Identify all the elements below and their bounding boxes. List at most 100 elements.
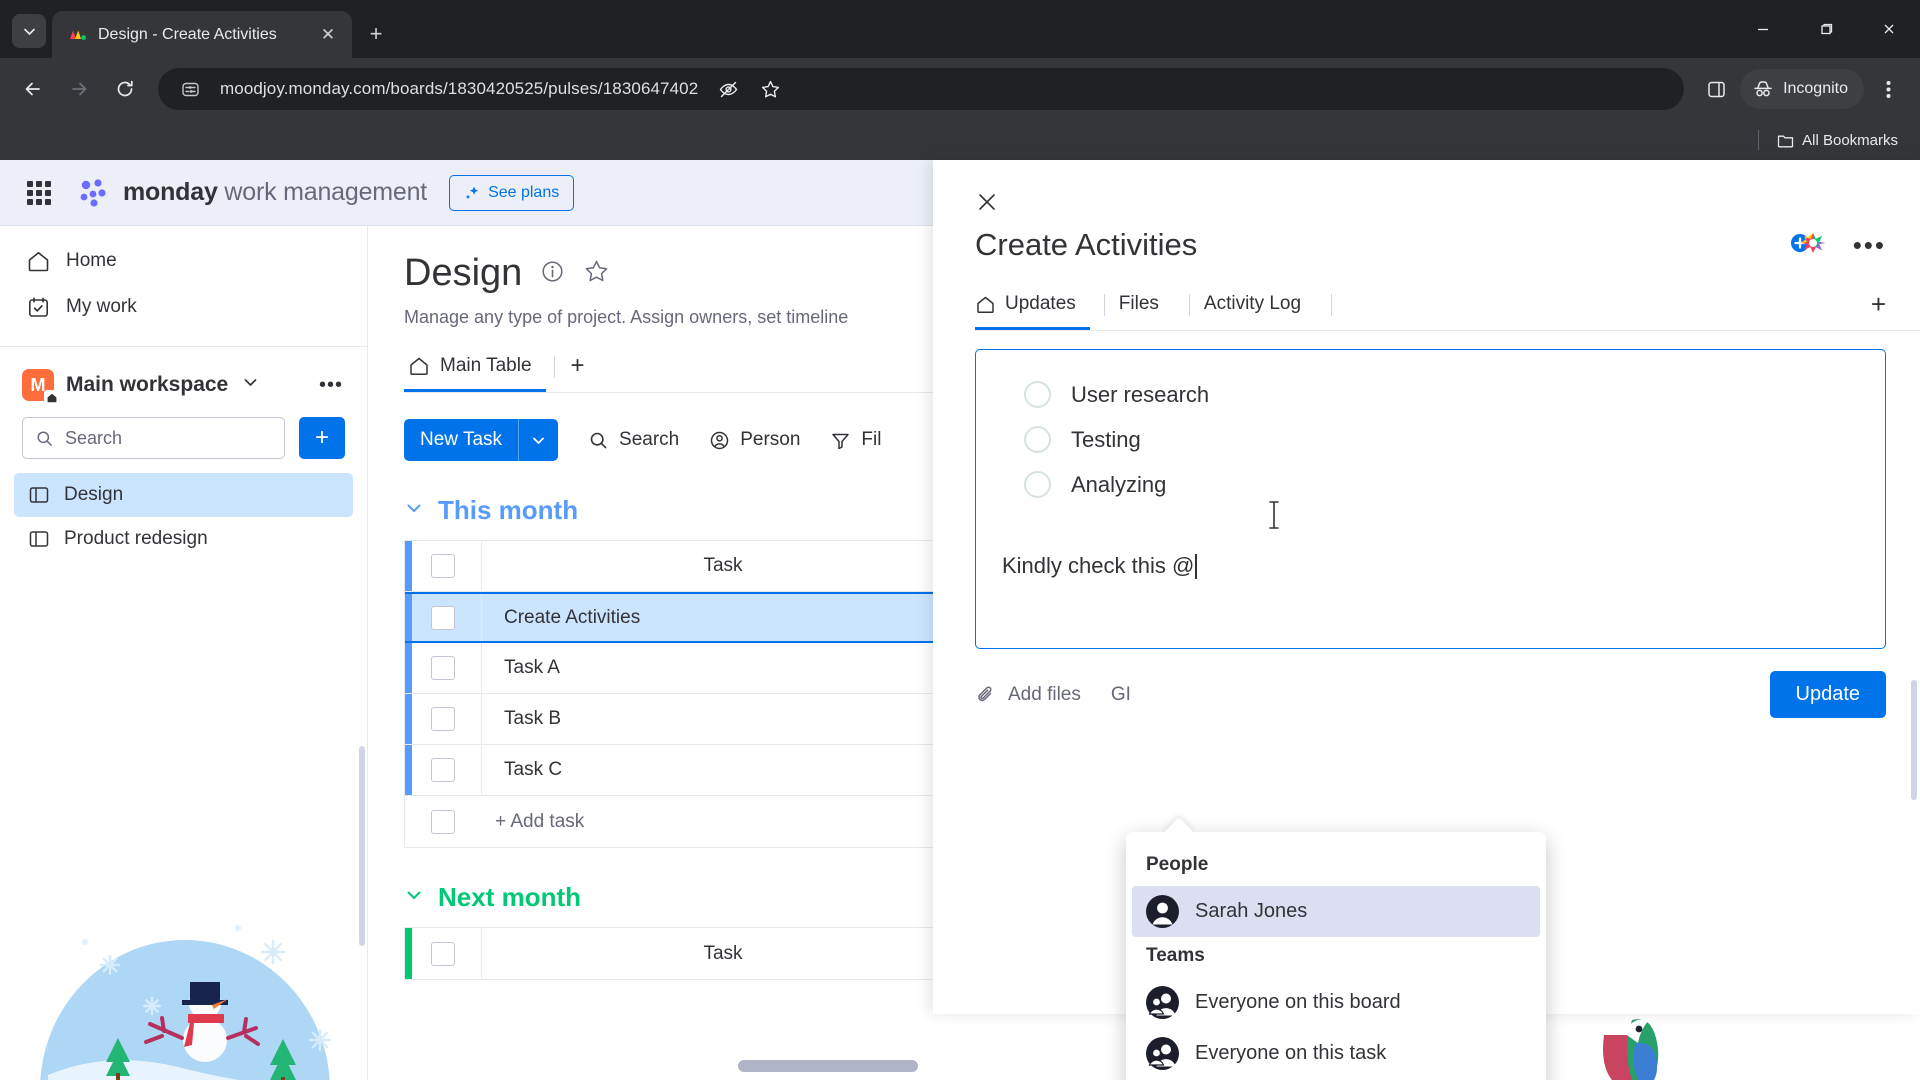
table-row[interactable]: Create Activities [405, 592, 964, 643]
all-bookmarks-button[interactable]: All Bookmarks [1769, 128, 1906, 153]
checkbox-circle-icon[interactable] [1024, 381, 1051, 408]
reload-button[interactable] [104, 68, 146, 110]
row-checkbox[interactable] [431, 809, 455, 834]
tab-activity-log[interactable]: Activity Log [1204, 293, 1317, 330]
row-task-name[interactable]: Task B [481, 694, 964, 744]
board-horizontal-scrollbar[interactable] [738, 1060, 918, 1072]
workspace-home-badge-icon [44, 390, 59, 405]
forward-button[interactable] [58, 68, 100, 110]
eye-off-icon[interactable] [708, 69, 748, 109]
new-task-button[interactable]: New Task [404, 419, 559, 461]
add-board-button[interactable]: + [299, 417, 345, 459]
giphy-button[interactable]: GI [1111, 684, 1131, 706]
add-task-label[interactable]: + Add task [481, 796, 964, 847]
sidebar-scrollbar[interactable] [359, 746, 365, 946]
row-checkbox[interactable] [431, 758, 455, 782]
row-select-cell[interactable] [405, 758, 481, 782]
new-task-label: New Task [420, 429, 503, 450]
back-button[interactable] [12, 68, 54, 110]
select-all-checkbox[interactable] [431, 554, 455, 578]
row-checkbox[interactable] [431, 605, 455, 630]
chevron-down-icon[interactable] [242, 374, 259, 396]
sidebar-item-home[interactable]: Home [14, 238, 353, 284]
workspace-selector[interactable]: M Main workspace ••• [0, 347, 367, 405]
tab-close-icon[interactable]: ✕ [314, 21, 342, 49]
filter-button[interactable]: Fil [830, 429, 881, 451]
checklist-item[interactable]: Testing [1002, 417, 1859, 462]
checkbox-circle-icon[interactable] [1024, 426, 1051, 453]
chevron-down-icon[interactable] [404, 498, 424, 523]
integrate-automate-icon[interactable] [1787, 228, 1827, 263]
add-view-button[interactable]: + [563, 352, 593, 392]
board-search-button[interactable]: Search [588, 429, 679, 451]
tab-files[interactable]: Files [1119, 293, 1175, 330]
update-footer: Add files GI Update [933, 649, 1920, 718]
mention-option-everyone-on-this-board[interactable]: Everyone on this board [1126, 977, 1546, 1028]
row-task-name[interactable]: Create Activities [481, 594, 964, 641]
editor-text-line[interactable]: Kindly check this @ [1002, 553, 1859, 579]
mention-option-sarah-jones[interactable]: Sarah Jones [1132, 886, 1540, 937]
group-color-stripe [405, 928, 412, 979]
browser-tabstrip: Design - Create Activities ✕ + [0, 0, 1920, 58]
select-all-cell[interactable] [405, 554, 481, 578]
star-icon[interactable] [750, 69, 790, 109]
column-header-task[interactable]: Task [481, 928, 964, 979]
mention-option-everyone-on-this-task[interactable]: Everyone on this task [1126, 1028, 1546, 1079]
table-row[interactable]: Task B [405, 694, 964, 745]
column-header-task[interactable]: Task [481, 541, 964, 591]
three-dot-menu-icon[interactable] [1868, 69, 1908, 109]
see-plans-button[interactable]: See plans [449, 174, 575, 211]
row-select-cell[interactable] [405, 707, 481, 731]
panel-more-button[interactable]: ••• [1853, 230, 1886, 261]
panel-close-button[interactable] [933, 160, 1920, 219]
row-checkbox[interactable] [431, 656, 455, 680]
checklist-item[interactable]: User research [1002, 372, 1859, 417]
info-icon[interactable] [540, 259, 565, 289]
add-files-button[interactable]: Add files [975, 684, 1081, 706]
address-bar[interactable]: moodjoy.monday.com/boards/1830420525/pul… [158, 68, 1685, 110]
panel-scrollbar[interactable] [1911, 680, 1917, 800]
add-task-row[interactable]: + Add task [405, 796, 964, 847]
select-all-checkbox[interactable] [431, 941, 455, 966]
checkbox-circle-icon[interactable] [1024, 471, 1051, 498]
workspace-more-button[interactable]: ••• [319, 374, 347, 397]
select-all-cell[interactable] [405, 941, 481, 966]
sidebar-search-placeholder: Search [65, 427, 123, 448]
sidebar-item-product-redesign[interactable]: Product redesign [14, 517, 353, 561]
chevron-down-icon[interactable] [519, 433, 558, 448]
tab-search-button[interactable] [12, 14, 46, 48]
incognito-indicator[interactable]: Incognito [1740, 69, 1864, 109]
person-filter-button[interactable]: Person [709, 429, 800, 451]
window-maximize-button[interactable] [1794, 0, 1857, 58]
sidebar-item-design[interactable]: Design [14, 473, 353, 517]
apps-grid-icon[interactable] [22, 176, 56, 210]
favorite-star-icon[interactable] [583, 258, 610, 290]
panel-add-tab-button[interactable]: + [1871, 289, 1886, 330]
browser-tab[interactable]: Design - Create Activities ✕ [52, 11, 352, 58]
filter-icon [832, 433, 850, 449]
row-select-cell[interactable] [405, 656, 481, 680]
update-editor[interactable]: User research Testing Analyzing Kindly c… [975, 349, 1886, 649]
window-minimize-button[interactable] [1731, 0, 1794, 58]
row-checkbox[interactable] [431, 707, 455, 731]
row-select-cell[interactable] [405, 605, 481, 630]
row-task-name[interactable]: Task C [481, 745, 964, 795]
sidebar-search-input[interactable]: Search [22, 417, 285, 459]
tab-updates[interactable]: Updates [975, 293, 1090, 330]
checklist-item[interactable]: Analyzing [1002, 462, 1859, 507]
new-tab-button[interactable]: + [362, 20, 390, 48]
update-button[interactable]: Update [1769, 671, 1886, 718]
table-row[interactable]: Task C [405, 745, 964, 796]
group-title: This month [438, 495, 579, 525]
mention-section-title: People [1146, 854, 1209, 875]
page-title: Design [404, 252, 523, 294]
sidebar-item-my-work[interactable]: My work [14, 284, 353, 330]
side-panel-icon[interactable] [1696, 69, 1736, 109]
board-icon [29, 531, 49, 547]
chevron-down-icon[interactable] [404, 885, 424, 910]
tab-main-table[interactable]: Main Table [404, 355, 546, 392]
page-info-icon[interactable] [170, 69, 210, 109]
table-row[interactable]: Task A [405, 643, 964, 694]
row-task-name[interactable]: Task A [481, 643, 964, 693]
window-close-button[interactable] [1857, 0, 1920, 58]
